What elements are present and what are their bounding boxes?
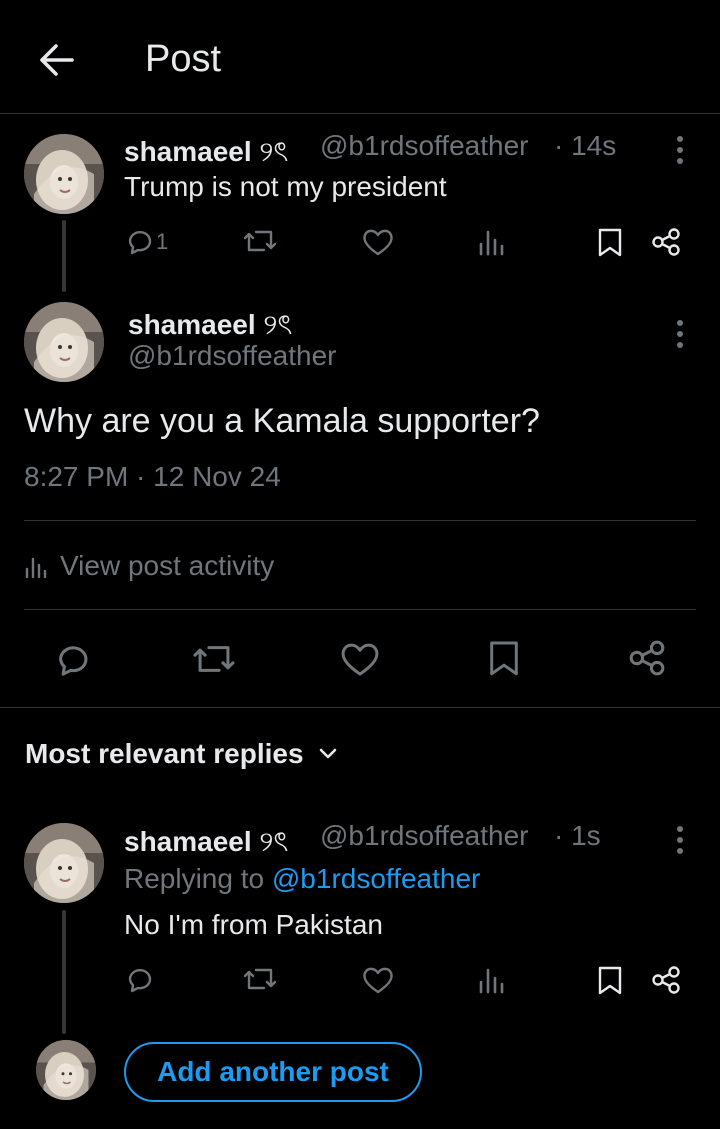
avatar[interactable] (24, 302, 104, 382)
back-arrow-icon[interactable] (34, 40, 78, 80)
divider (24, 520, 696, 521)
like-icon[interactable] (340, 641, 380, 677)
views-icon[interactable] (478, 966, 504, 994)
like-icon[interactable] (362, 966, 394, 994)
views-icon[interactable] (478, 228, 504, 256)
divider (24, 609, 696, 610)
post-timestamp: 8:27 PM · 12 Nov 24 (24, 461, 281, 492)
bookmark-icon[interactable] (597, 966, 623, 996)
post-time: · 14s (554, 130, 617, 161)
share-icon[interactable] (651, 228, 681, 256)
avatar[interactable] (36, 1040, 96, 1100)
reply-icon[interactable] (124, 226, 158, 256)
author-handle[interactable]: @b1rdsoffeather (320, 820, 528, 852)
view-post-activity-link[interactable]: View post activity (24, 550, 274, 582)
repost-icon[interactable] (244, 226, 276, 256)
post-time: · 1s (554, 820, 601, 851)
add-another-post-button[interactable]: Add another post (124, 1042, 422, 1102)
reply-text: No I'm from Pakistan (124, 909, 383, 940)
author-name[interactable]: shamaeel ୨ৎ (124, 130, 288, 177)
more-options-icon[interactable] (670, 824, 690, 856)
post-text: Trump is not my president (124, 171, 447, 202)
replies-sort-dropdown[interactable]: Most relevant replies (25, 738, 338, 770)
like-icon[interactable] (362, 228, 394, 256)
share-icon[interactable] (651, 966, 681, 994)
view-post-activity-label: View post activity (60, 550, 275, 581)
replies-sort-label: Most relevant replies (25, 738, 304, 769)
repost-icon[interactable] (244, 964, 276, 994)
more-options-icon[interactable] (670, 318, 690, 350)
bookmark-icon[interactable] (597, 228, 623, 258)
repost-icon[interactable] (192, 640, 236, 678)
page-title: Post (145, 38, 222, 80)
chevron-down-icon (319, 748, 336, 759)
thread-line (62, 220, 66, 292)
replying-to: Replying to @b1rdsoffeather (124, 863, 481, 894)
avatar[interactable] (24, 823, 104, 903)
reply-icon[interactable] (52, 640, 92, 678)
bookmark-icon[interactable] (488, 640, 520, 678)
reply-icon[interactable] (124, 964, 154, 994)
divider (0, 707, 720, 708)
analytics-icon (25, 557, 47, 579)
author-handle[interactable]: @b1rdsoffeather (320, 130, 528, 162)
reply-count: 1 (156, 229, 169, 254)
thread-line (62, 910, 66, 1034)
avatar[interactable] (24, 134, 104, 214)
author-handle[interactable]: @b1rdsoffeather (128, 340, 336, 372)
author-name[interactable]: shamaeel ୨ৎ (124, 820, 288, 867)
more-options-icon[interactable] (670, 134, 690, 166)
post-text: Why are you a Kamala supporter? (24, 402, 540, 440)
share-icon[interactable] (628, 640, 666, 676)
top-bar (0, 0, 720, 114)
replying-to-handle-link[interactable]: @b1rdsoffeather (272, 863, 480, 894)
